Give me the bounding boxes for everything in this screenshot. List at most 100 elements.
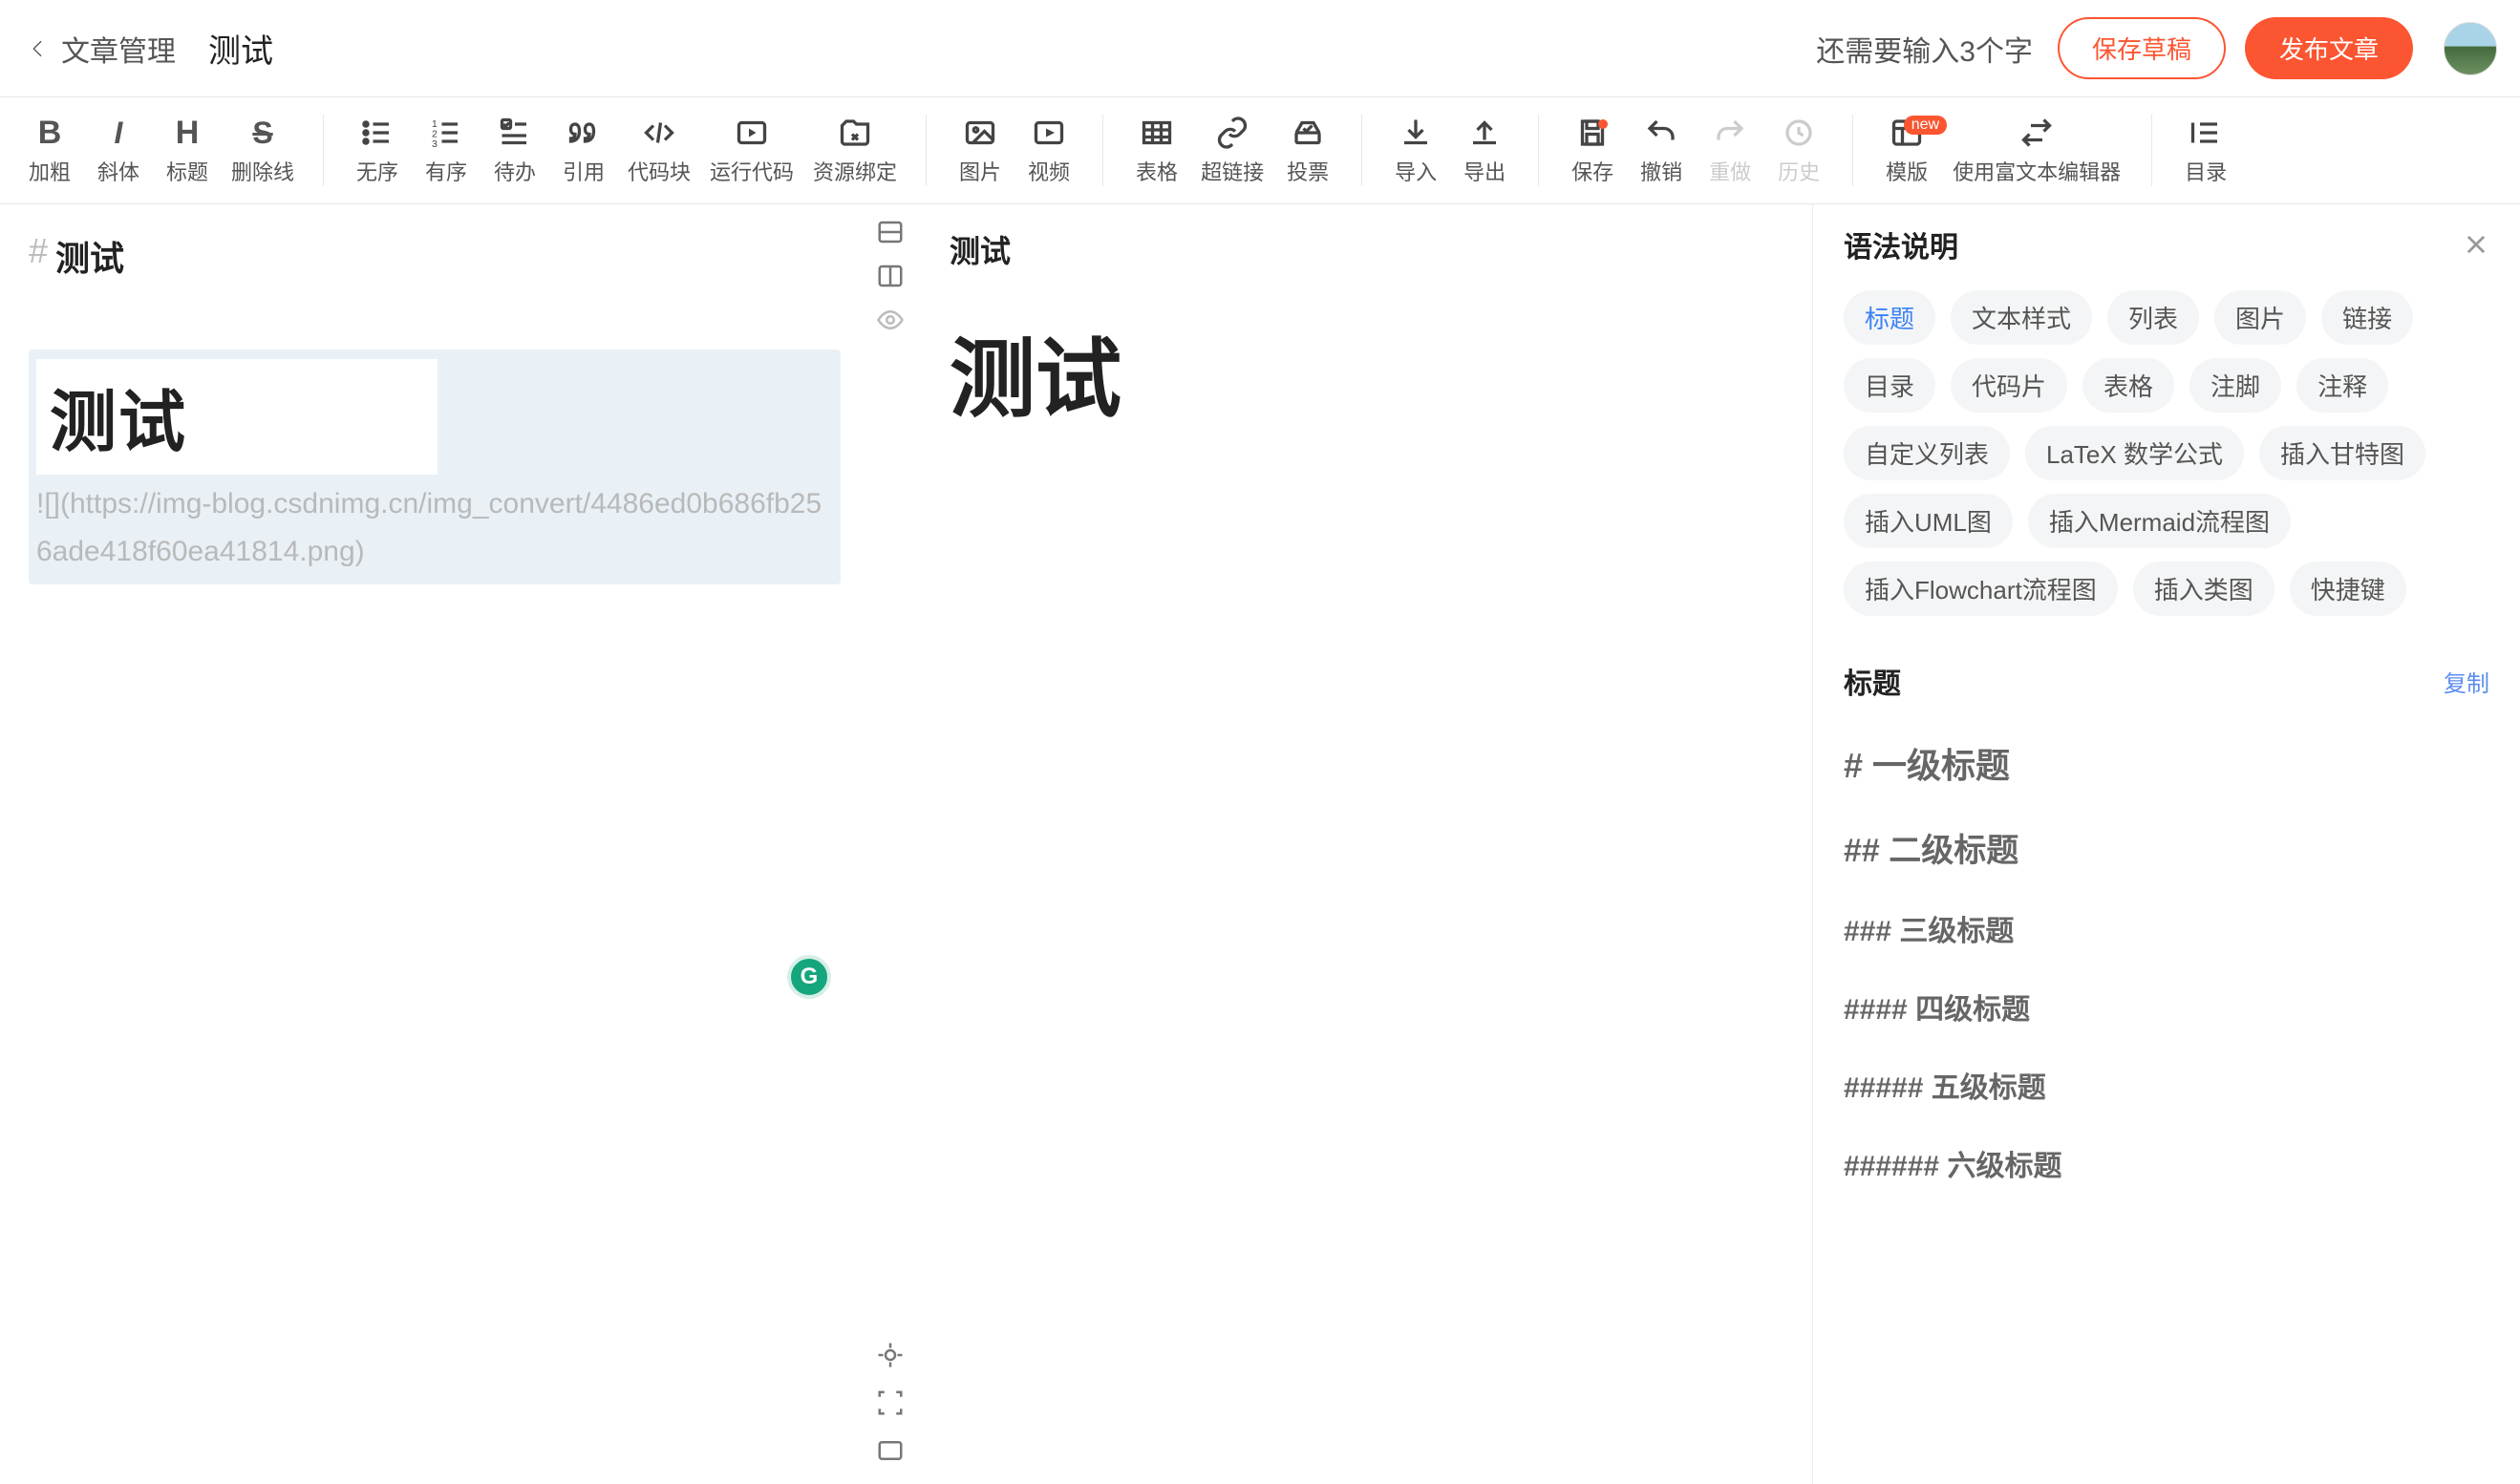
grammarly-icon[interactable]: G — [787, 955, 831, 999]
close-icon[interactable] — [2463, 231, 2489, 258]
toc-button[interactable]: 目录 — [2171, 110, 2240, 192]
help-tag[interactable]: 列表 — [2107, 290, 2199, 345]
image-block[interactable]: 测试 ![](https://img-blog.csdnimg.cn/img_c… — [29, 350, 841, 584]
help-tag[interactable]: 插入UML图 — [1844, 494, 2013, 548]
help-tag[interactable]: LaTeX 数学公式 — [2025, 426, 2244, 480]
upload-icon — [1467, 116, 1502, 150]
heading-example: ### 三级标题 — [1844, 907, 2489, 949]
rich-text-switch-button[interactable]: 使用富文本编辑器 — [1941, 110, 2132, 192]
link-icon — [1215, 116, 1249, 150]
markdown-editor[interactable]: # 测试 测试 ![](https://img-blog.csdnimg.cn/… — [0, 204, 860, 1484]
example-section-title: 标题 — [1844, 660, 1901, 702]
save-draft-button[interactable]: 保存草稿 — [2058, 17, 2226, 79]
help-tag[interactable]: 标题 — [1844, 290, 1935, 345]
unordered-list-button[interactable]: 无序 — [343, 110, 412, 192]
italic-button[interactable]: I斜体 — [84, 110, 153, 192]
import-button[interactable]: 导入 — [1381, 110, 1450, 192]
copy-button[interactable]: 复制 — [2444, 665, 2489, 698]
table-icon — [1140, 116, 1174, 150]
history-icon — [1782, 116, 1816, 150]
toc-icon — [2189, 116, 2223, 150]
toolbar: B加粗 I斜体 H标题 S删除线 无序 123有序 待办 引用 代码块 运行代码… — [0, 97, 2520, 204]
preview-doc-title: 测试 — [950, 227, 1783, 271]
help-examples: # 一级标题## 二级标题### 三级标题#### 四级标题##### 五级标题… — [1844, 738, 2489, 1184]
help-tag[interactable]: 图片 — [2214, 290, 2306, 345]
todo-button[interactable]: 待办 — [481, 110, 549, 192]
help-tag[interactable]: 注释 — [2296, 358, 2388, 413]
swap-icon — [2019, 116, 2054, 150]
help-tag[interactable]: 链接 — [2321, 290, 2413, 345]
expand-icon[interactable] — [876, 1389, 905, 1417]
preview-eye-icon[interactable] — [876, 306, 905, 334]
help-tag[interactable]: 插入Mermaid流程图 — [2028, 494, 2291, 548]
chevron-left-icon — [23, 34, 52, 63]
quote-icon — [566, 116, 601, 150]
codeblock-button[interactable]: 代码块 — [618, 110, 700, 192]
help-tag[interactable]: 注脚 — [2189, 358, 2281, 413]
runcode-button[interactable]: 运行代码 — [700, 110, 803, 192]
ordered-list-button[interactable]: 123有序 — [412, 110, 481, 192]
export-button[interactable]: 导出 — [1450, 110, 1519, 192]
strikethrough-icon: S — [252, 116, 272, 150]
bold-button[interactable]: B加粗 — [15, 110, 84, 192]
heading-text: 测试 — [55, 231, 124, 281]
video-icon — [1032, 116, 1066, 150]
unsaved-dot-icon — [1598, 119, 1608, 129]
play-rect-icon — [735, 116, 769, 150]
help-tag[interactable]: 表格 — [2082, 358, 2174, 413]
help-tag[interactable]: 插入Flowchart流程图 — [1844, 562, 2118, 616]
heading-example: ## 二级标题 — [1844, 824, 2489, 871]
undo-icon — [1644, 116, 1678, 150]
code-icon — [642, 116, 676, 150]
redo-button[interactable]: 重做 — [1696, 110, 1764, 192]
layout-column-icon[interactable] — [876, 262, 905, 290]
help-title: 语法说明 — [1844, 223, 1958, 265]
heading-example: #### 四级标题 — [1844, 986, 2489, 1028]
back-label: 文章管理 — [61, 28, 176, 70]
header-bar: 文章管理 还需要输入3个字 保存草稿 发布文章 — [0, 0, 2520, 97]
video-button[interactable]: 视频 — [1014, 110, 1083, 192]
preview-pane: 测试 测试 — [921, 204, 1813, 1484]
undo-button[interactable]: 撤销 — [1627, 110, 1696, 192]
help-tag[interactable]: 插入类图 — [2133, 562, 2274, 616]
preview-h1: 测试 — [950, 309, 1783, 434]
vote-icon — [1291, 116, 1325, 150]
table-button[interactable]: 表格 — [1122, 110, 1191, 192]
layout-single-icon[interactable] — [876, 1436, 905, 1465]
target-icon[interactable] — [876, 1341, 905, 1369]
resource-bind-button[interactable]: 资源绑定 — [803, 110, 907, 192]
back-button[interactable]: 文章管理 — [23, 28, 176, 70]
publish-button[interactable]: 发布文章 — [2245, 17, 2413, 79]
help-tag[interactable]: 自定义列表 — [1844, 426, 2010, 480]
save-button[interactable]: 保存 — [1558, 110, 1627, 192]
layout-row-icon[interactable] — [876, 218, 905, 246]
syntax-help-panel: 语法说明 标题文本样式列表图片链接目录代码片表格注脚注释自定义列表LaTeX 数… — [1813, 204, 2520, 1484]
list-ol-icon: 123 — [429, 116, 463, 150]
help-tags: 标题文本样式列表图片链接目录代码片表格注脚注释自定义列表LaTeX 数学公式插入… — [1844, 290, 2489, 616]
char-hint: 还需要输入3个字 — [1816, 28, 2033, 70]
image-preview-card: 测试 — [36, 359, 438, 475]
help-tag[interactable]: 插入甘特图 — [2259, 426, 2425, 480]
italic-icon: I — [115, 116, 123, 150]
help-tag[interactable]: 目录 — [1844, 358, 1935, 413]
image-markdown-source: ![](https://img-blog.csdnimg.cn/img_conv… — [36, 480, 833, 575]
help-tag[interactable]: 代码片 — [1951, 358, 2067, 413]
image-icon — [963, 116, 997, 150]
poll-button[interactable]: 投票 — [1273, 110, 1342, 192]
heading-button[interactable]: H标题 — [153, 110, 222, 192]
heading-example: ##### 五级标题 — [1844, 1064, 2489, 1106]
redo-icon — [1713, 116, 1747, 150]
article-title-input[interactable] — [195, 24, 1797, 73]
template-button[interactable]: new模版 — [1872, 110, 1941, 192]
help-tag[interactable]: 快捷键 — [2290, 562, 2406, 616]
hyperlink-button[interactable]: 超链接 — [1191, 110, 1273, 192]
avatar[interactable] — [2444, 22, 2497, 75]
download-icon — [1399, 116, 1433, 150]
folder-link-icon — [838, 116, 872, 150]
help-tag[interactable]: 文本样式 — [1951, 290, 2092, 345]
image-button[interactable]: 图片 — [946, 110, 1014, 192]
history-button[interactable]: 历史 — [1764, 110, 1833, 192]
heading-example: ###### 六级标题 — [1844, 1142, 2489, 1184]
strikethrough-button[interactable]: S删除线 — [222, 110, 304, 192]
quote-button[interactable]: 引用 — [549, 110, 618, 192]
